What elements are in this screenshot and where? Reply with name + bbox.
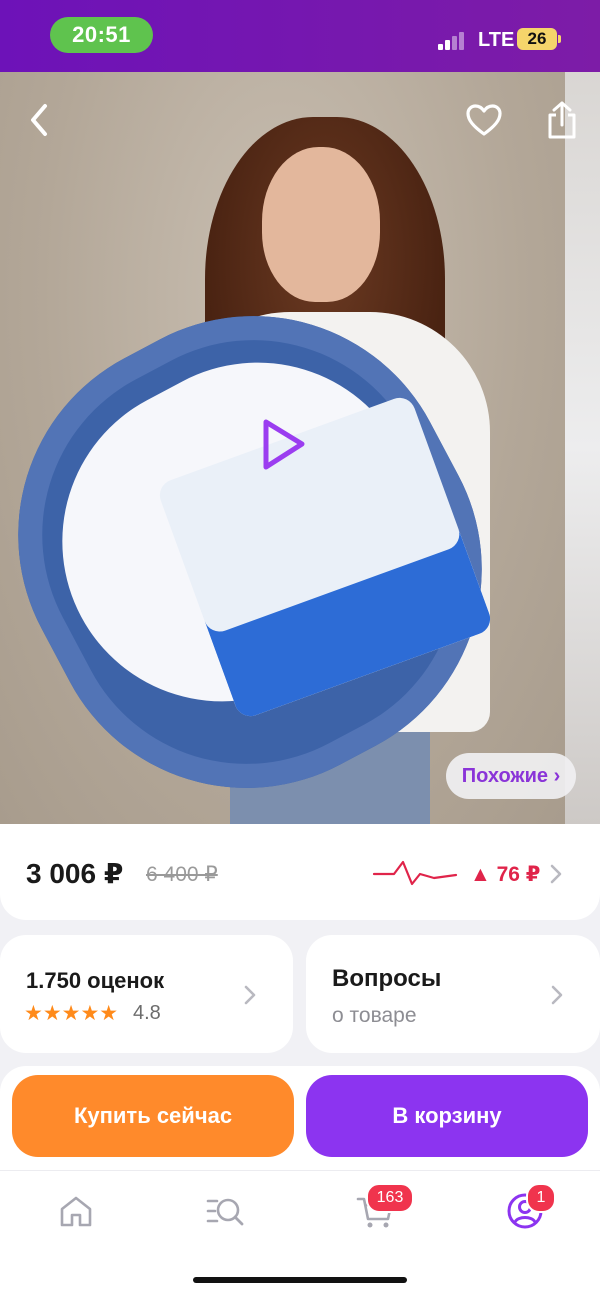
chevron-right-icon (550, 864, 562, 884)
next-photo-preview[interactable] (565, 72, 600, 824)
current-price: 3 006 ₽ (26, 858, 124, 889)
battery-tip (558, 35, 561, 43)
rating-value: 4.8 (133, 1002, 161, 1024)
cart-count-badge: 163 (366, 1183, 414, 1213)
price-history-sparkline (372, 860, 458, 886)
product-photo-gallery[interactable]: Похожие › (0, 72, 600, 824)
back-button[interactable] (16, 97, 62, 143)
home-indicator (193, 1277, 407, 1283)
questions-subtitle: о товаре (332, 1004, 417, 1027)
profile-notification-badge: 1 (526, 1183, 556, 1213)
chevron-right-icon (551, 985, 563, 1005)
catalog-search-icon[interactable] (205, 1191, 245, 1231)
price-change: ▲ 76 ₽ (470, 863, 541, 886)
questions-card[interactable]: Вопросы о товаре (306, 935, 600, 1053)
share-button[interactable] (539, 97, 585, 143)
similar-products-button[interactable]: Похожие › (446, 753, 576, 799)
battery-level: 26 (517, 28, 557, 50)
add-to-cart-button[interactable]: В корзину (306, 1075, 588, 1157)
play-video-icon[interactable] (258, 417, 308, 472)
network-type: LTE (478, 29, 515, 51)
price-card[interactable]: 3 006 ₽ 6 400 ₽ ▲ 76 ₽ (0, 824, 600, 920)
reviews-card[interactable]: 1.750 оценок ★★★★★ 4.8 (0, 935, 293, 1053)
reviews-count: 1.750 оценок (26, 968, 165, 993)
share-icon (548, 101, 576, 139)
heart-icon (466, 104, 502, 136)
status-bar: 20:51 LTE 26 (0, 0, 600, 72)
favorite-button[interactable] (461, 97, 507, 143)
chevron-right-icon (244, 985, 256, 1005)
chevron-left-icon (31, 104, 47, 136)
photo-model-face (262, 147, 380, 302)
questions-title: Вопросы (332, 965, 442, 992)
cellular-signal-icon (438, 30, 468, 50)
old-price: 6 400 ₽ (146, 863, 218, 886)
buy-now-button[interactable]: Купить сейчас (12, 1075, 294, 1157)
home-icon[interactable] (56, 1191, 96, 1231)
status-time: 20:51 (50, 17, 153, 53)
rating-stars-icon: ★★★★★ (24, 1002, 119, 1025)
